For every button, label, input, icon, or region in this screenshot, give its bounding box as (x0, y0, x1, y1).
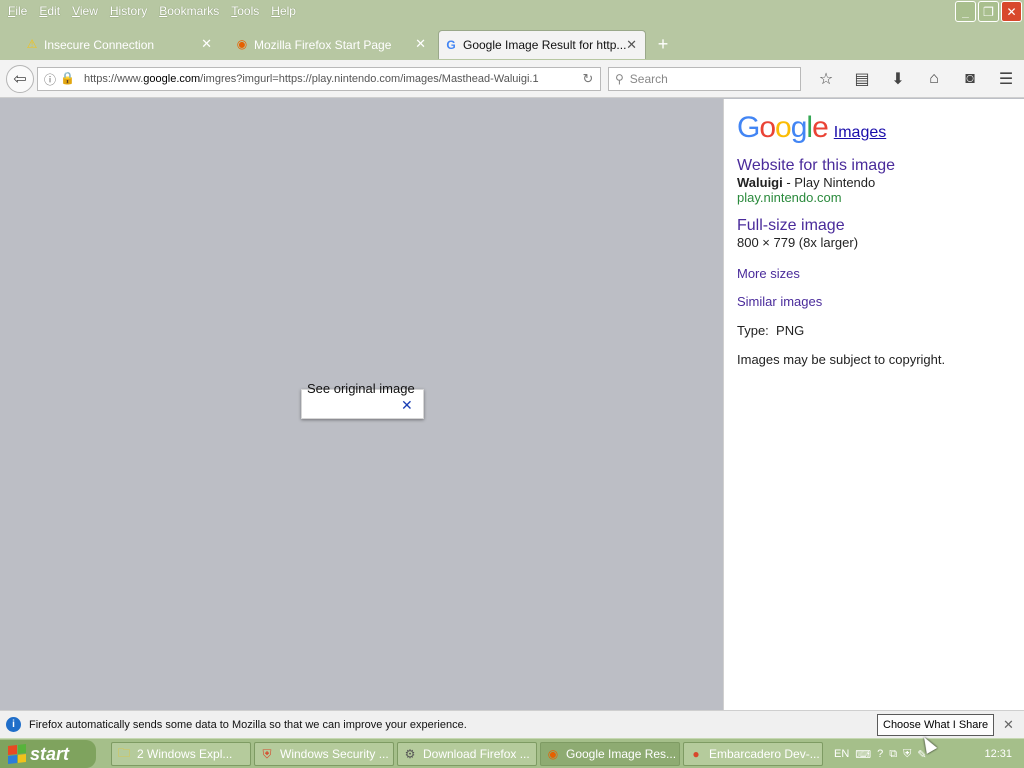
tab-label: Google Image Result for http... (463, 38, 627, 52)
dev-cpp-icon: ● (692, 747, 700, 761)
url-identity-icons[interactable]: ⓘ 🔒 (38, 71, 84, 88)
download-icon[interactable]: ⬇ (880, 68, 916, 90)
copyright-notice: Images may be subject to copyright. (737, 352, 946, 367)
start-button[interactable]: start (0, 740, 96, 768)
menu-edit[interactable]: Edit (33, 4, 66, 18)
tab-google-image-result[interactable]: G Google Image Result for http... ✕ (438, 30, 646, 59)
back-button[interactable]: ⇦ (6, 65, 34, 93)
menu-history[interactable]: History (104, 4, 153, 18)
clock: 12:31 (984, 748, 1012, 760)
folder-icon: 🗀 (117, 745, 130, 760)
bookmark-star-icon[interactable]: ☆ (808, 68, 844, 90)
home-icon[interactable]: ⌂ (916, 68, 952, 90)
url-bar[interactable]: ⓘ 🔒 https://www.google.com/imgres?imgurl… (37, 67, 601, 91)
see-original-link[interactable]: See original image (307, 381, 415, 396)
tab-insecure-connection[interactable]: ⚠ Insecure Connection ✕ (20, 30, 220, 59)
website-for-image-link[interactable]: Website for this image (737, 157, 1024, 175)
google-icon: G (446, 38, 456, 52)
search-input[interactable]: ⚲ Search (608, 67, 801, 91)
menu-view[interactable]: View (66, 4, 104, 18)
minimize-button[interactable]: _ (955, 1, 976, 22)
search-placeholder: Search (629, 72, 668, 86)
windows-logo-icon (8, 744, 26, 764)
choose-what-i-share-button[interactable]: Choose What I Share (877, 714, 995, 736)
navigation-bar: ⇦ ⓘ 🔒 https://www.google.com/imgres?imgu… (0, 60, 1024, 98)
security-shield-icon[interactable]: ⛨ (903, 748, 911, 761)
shield-icon: ⛨ (262, 746, 272, 761)
image-dimensions: 800 × 779 (8x larger) (737, 235, 859, 250)
language-indicator[interactable]: EN (834, 748, 849, 760)
tab-firefox-start-page[interactable]: ◉ Mozilla Firefox Start Page ✕ (230, 30, 434, 59)
window-controls: _ ❐ ✕ (955, 1, 1022, 22)
pocket-icon[interactable]: ◙ (952, 68, 988, 90)
full-size-image-link[interactable]: Full-size image (737, 217, 1024, 235)
tab-close-icon[interactable]: ✕ (415, 36, 426, 52)
menu-bookmarks[interactable]: Bookmarks (153, 4, 225, 18)
google-logo[interactable]: Google (737, 111, 829, 145)
taskbar: start 🗀 2 Windows Expl... ⛨ Windows Secu… (0, 738, 1024, 768)
firefox-icon: ◉ (547, 747, 559, 761)
site-title: Waluigi - Play Nintendo (737, 175, 876, 190)
toolbar-icons: ☆ ▤ ⬇ ⌂ ◙ ☰ (808, 68, 1024, 90)
images-link[interactable]: Images (834, 124, 886, 142)
menu-file[interactable]: File (2, 4, 33, 18)
site-url: play.nintendo.com (737, 190, 842, 205)
keyboard-icon[interactable]: ⌨ (855, 748, 871, 761)
menu-help[interactable]: Help (265, 4, 302, 18)
firefox-icon: ◉ (236, 37, 248, 51)
close-icon[interactable]: ✕ (401, 397, 413, 414)
restore-windows-icon[interactable]: ⧉ (889, 748, 897, 761)
notification-text: Firefox automatically sends some data to… (29, 718, 467, 731)
search-icon: ⚲ (615, 72, 624, 86)
close-icon[interactable]: ✕ (1003, 717, 1014, 733)
similar-images-link[interactable]: Similar images (737, 294, 1024, 309)
info-icon: ⓘ (44, 72, 57, 87)
url-text[interactable]: https://www.google.com/imgres?imgurl=htt… (84, 73, 576, 85)
help-icon[interactable]: ? (877, 748, 883, 760)
menu-bar: File Edit View History Bookmarks Tools H… (0, 0, 1024, 22)
close-window-button[interactable]: ✕ (1001, 1, 1022, 22)
taskbar-item-windows-explorer[interactable]: 🗀 2 Windows Expl... (111, 742, 251, 766)
taskbar-item-google-image-result[interactable]: ◉ Google Image Res... (540, 742, 680, 766)
image-type: Type: PNG (737, 323, 805, 338)
tab-label: Insecure Connection (44, 37, 155, 52)
taskbar-item-download-firefox[interactable]: ⚙ Download Firefox ... (397, 742, 537, 766)
tab-label: Mozilla Firefox Start Page (254, 37, 392, 52)
more-sizes-link[interactable]: More sizes (737, 266, 1024, 281)
menu-tools[interactable]: Tools (225, 4, 265, 18)
restore-button[interactable]: ❐ (978, 1, 999, 22)
info-icon: i (6, 717, 21, 732)
reload-icon[interactable]: ↻ (576, 71, 600, 87)
hamburger-menu-icon[interactable]: ☰ (988, 68, 1024, 90)
tab-close-icon[interactable]: ✕ (626, 37, 637, 53)
taskbar-item-embarcadero[interactable]: ● Embarcadero Dev-... (683, 742, 823, 766)
reading-list-icon[interactable]: ▤ (844, 68, 880, 90)
new-tab-button[interactable]: + (654, 35, 672, 53)
tab-close-icon[interactable]: ✕ (201, 36, 212, 52)
image-info-sidebar: Google Images Website for this image Wal… (723, 99, 1024, 710)
setup-icon: ⚙ (404, 747, 416, 761)
taskbar-item-windows-security[interactable]: ⛨ Windows Security ... (254, 742, 394, 766)
tab-strip: ⚠ Insecure Connection ✕ ◉ Mozilla Firefo… (0, 22, 1024, 60)
data-notification-bar: i Firefox automatically sends some data … (0, 710, 1024, 738)
warning-icon: ⚠ (26, 37, 38, 51)
lock-icon: 🔒 (60, 70, 75, 85)
google-images-header: Google Images (737, 111, 1024, 145)
